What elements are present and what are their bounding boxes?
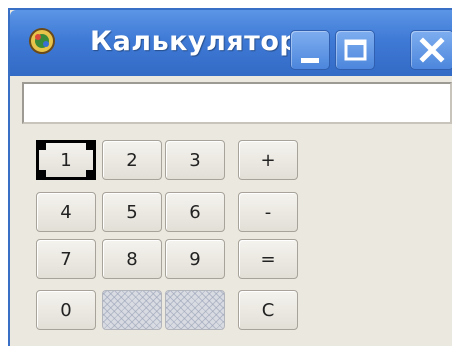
key-5-label: 5 bbox=[126, 201, 138, 223]
key-7-label: 7 bbox=[60, 248, 72, 270]
key-1-label: 1 bbox=[60, 149, 72, 171]
key-2[interactable]: 2 bbox=[102, 140, 162, 180]
key-0[interactable]: 0 bbox=[36, 290, 96, 330]
key-4-label: 4 bbox=[60, 201, 72, 223]
focus-corner-br bbox=[86, 170, 96, 180]
key-clear-label: C bbox=[261, 299, 275, 321]
key-9-label: 9 bbox=[189, 248, 201, 270]
focus-corner-tl bbox=[36, 140, 46, 150]
key-plus-label: + bbox=[260, 149, 276, 171]
key-equals-label: = bbox=[260, 248, 276, 270]
minimize-button[interactable] bbox=[290, 30, 330, 70]
key-equals[interactable]: = bbox=[238, 239, 298, 279]
close-button[interactable] bbox=[410, 30, 452, 70]
key-9[interactable]: 9 bbox=[165, 239, 225, 279]
focus-corner-tr bbox=[86, 140, 96, 150]
key-4[interactable]: 4 bbox=[36, 192, 96, 232]
key-8[interactable]: 8 bbox=[102, 239, 162, 279]
empty-key-slot bbox=[102, 290, 162, 330]
key-minus[interactable]: - bbox=[238, 192, 298, 232]
key-3-label: 3 bbox=[189, 149, 201, 171]
key-2-label: 2 bbox=[126, 149, 138, 171]
key-clear[interactable]: C bbox=[238, 290, 298, 330]
key-5[interactable]: 5 bbox=[102, 192, 162, 232]
key-3[interactable]: 3 bbox=[165, 140, 225, 180]
key-8-label: 8 bbox=[126, 248, 138, 270]
maximize-button[interactable] bbox=[335, 30, 375, 70]
titlebar[interactable]: Калькулятор bbox=[10, 10, 452, 76]
key-minus-label: - bbox=[264, 201, 272, 223]
result-display bbox=[22, 82, 452, 124]
focus-corner-bl bbox=[36, 170, 46, 180]
calculator-app-icon bbox=[26, 26, 58, 56]
key-6[interactable]: 6 bbox=[165, 192, 225, 232]
key-0-label: 0 bbox=[60, 299, 72, 321]
window-title: Калькулятор bbox=[90, 26, 300, 57]
key-7[interactable]: 7 bbox=[36, 239, 96, 279]
key-6-label: 6 bbox=[189, 201, 201, 223]
empty-key-slot bbox=[165, 290, 225, 330]
calculator-window: Калькулятор 1 2 3 + 4 5 6 - 7 8 9 = 0 C bbox=[8, 8, 452, 346]
key-plus[interactable]: + bbox=[238, 140, 298, 180]
